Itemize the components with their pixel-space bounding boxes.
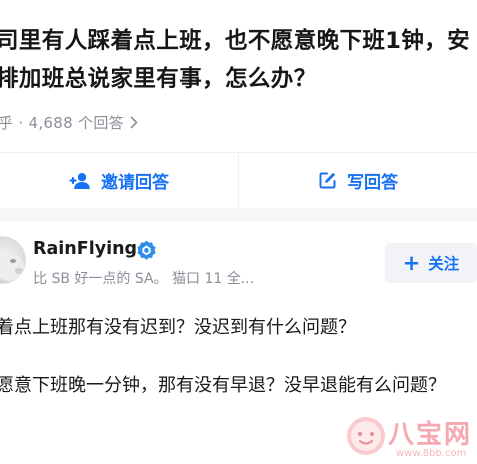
- plus-icon: +: [402, 250, 421, 275]
- zhihu-question-page: 司里有人踩着点上班，也不愿意晚下班1钟，安排加班总说家里有事，怎么办？ 乎 · …: [0, 0, 477, 464]
- invite-person-icon: [69, 172, 90, 189]
- watermark-url: www.8bb.com: [396, 448, 467, 459]
- cat-avatar-icon: [0, 253, 24, 281]
- write-answer-label: 写回答: [347, 173, 398, 193]
- answer-paragraph: 着点上班那有没有迟到？没迟到有什么问题？: [0, 317, 356, 338]
- question-action-bar: 邀请回答 写回答: [0, 153, 477, 208]
- edit-icon: [319, 172, 336, 189]
- verified-badge-icon: [137, 240, 156, 260]
- author-name[interactable]: RainFlying: [33, 239, 137, 259]
- chevron-right-icon: [130, 115, 138, 133]
- author-bio: 比 SB 好一点的 SA。 猫口 11 全...: [33, 271, 255, 287]
- site-watermark: 八宝网 www.8bb.com: [340, 410, 477, 464]
- question-title[interactable]: 司里有人踩着点上班，也不愿意晚下班1钟，安排加班总说家里有事，怎么办？: [0, 22, 477, 98]
- answer-count-link[interactable]: 乎 · 4,688 个回答: [0, 112, 138, 133]
- section-gap: [0, 208, 477, 222]
- mascot-logo-icon: [347, 417, 385, 455]
- write-answer-button[interactable]: 写回答: [239, 153, 477, 208]
- follow-button[interactable]: + 关注: [385, 243, 477, 283]
- watermark-text: 八宝网: [388, 420, 473, 450]
- answer-paragraph: 愿意下班晚一分钟，那有没有早退？没早退能有么问题？: [0, 375, 446, 396]
- invite-answer-label: 邀请回答: [101, 173, 169, 193]
- follow-label: 关注: [428, 255, 460, 273]
- author-avatar[interactable]: [0, 236, 26, 284]
- answer-count-text: 乎 · 4,688 个回答: [0, 114, 124, 132]
- answer-body: 着点上班那有没有迟到？没迟到有什么问题？ 愿意下班晚一分钟，那有没有早退？没早退…: [0, 310, 477, 403]
- invite-answer-button[interactable]: 邀请回答: [0, 153, 238, 208]
